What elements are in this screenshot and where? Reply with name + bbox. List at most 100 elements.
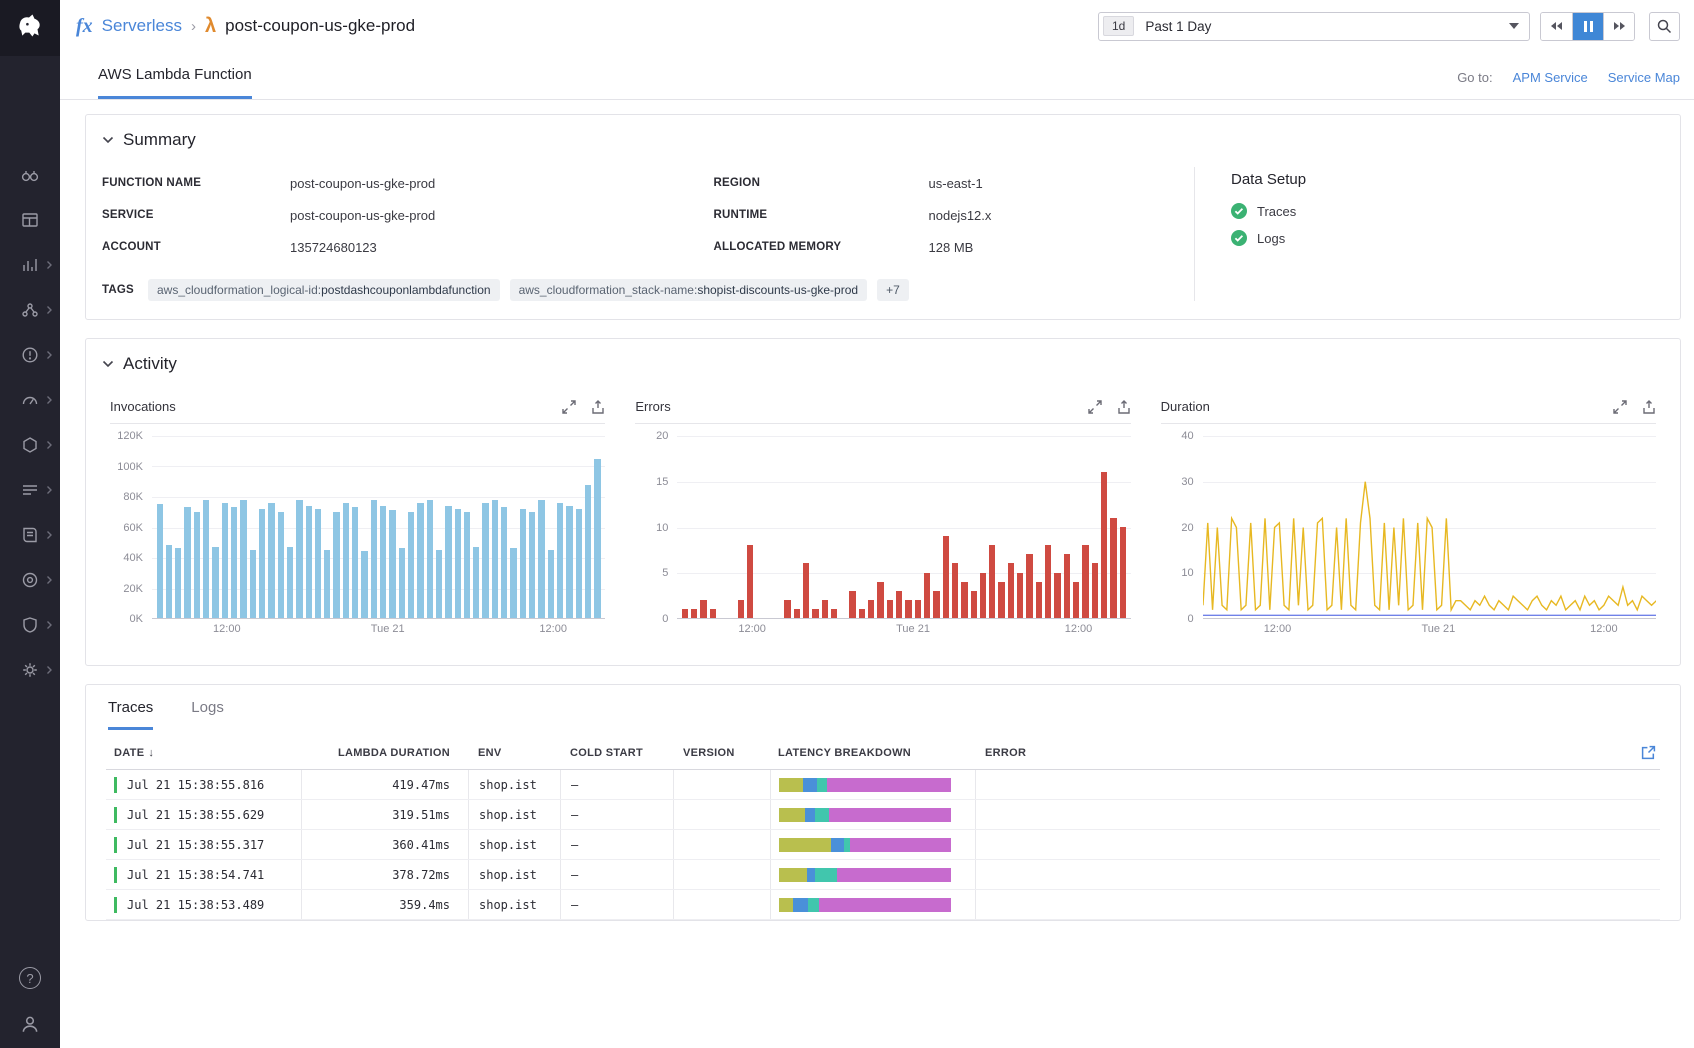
datadog-logo[interactable] <box>0 0 60 56</box>
trace-row[interactable]: Jul 21 15:38:55.629 319.51ms shop.ist — <box>106 800 1660 830</box>
sidebar-item-synthetics[interactable] <box>0 377 60 422</box>
tags-more-pill[interactable]: +7 <box>877 279 909 301</box>
column-lambda-duration[interactable]: LAMBDA DURATION <box>301 747 468 759</box>
tab-traces[interactable]: Traces <box>108 699 153 730</box>
forward-button[interactable] <box>1603 13 1634 40</box>
data-setup-item-label: Traces <box>1257 204 1296 219</box>
trace-cold-start: — <box>560 800 673 829</box>
goto-label: Go to: <box>1457 70 1492 85</box>
export-icon[interactable] <box>591 400 605 414</box>
account-value: 135724680123 <box>290 240 377 255</box>
sidebar: ? <box>0 0 60 1048</box>
data-setup-item-label: Logs <box>1257 231 1285 246</box>
expand-icon[interactable] <box>1613 400 1627 414</box>
chevron-right-icon <box>46 260 53 270</box>
column-date[interactable]: DATE <box>114 747 144 759</box>
sidebar-item-security[interactable] <box>0 602 60 647</box>
trace-date: Jul 21 15:38:55.816 <box>127 778 264 792</box>
synthetics-icon <box>20 390 40 410</box>
check-circle-icon <box>1231 230 1247 246</box>
trace-row[interactable]: Jul 21 15:38:55.317 360.41ms shop.ist — <box>106 830 1660 860</box>
trace-cold-start: — <box>560 770 673 799</box>
expand-icon[interactable] <box>1088 400 1102 414</box>
time-range-chip: 1d <box>1103 16 1134 36</box>
trace-cold-start: — <box>560 890 673 919</box>
chevron-right-icon <box>46 395 53 405</box>
external-link-icon[interactable] <box>1641 745 1656 760</box>
sidebar-item-logs[interactable] <box>0 512 60 557</box>
sidebar-item-processes[interactable] <box>0 467 60 512</box>
sidebar-item-error-tracking[interactable] <box>0 332 60 377</box>
trace-duration: 360.41ms <box>301 830 468 859</box>
trace-date: Jul 21 15:38:53.489 <box>127 898 264 912</box>
sidebar-nav <box>0 152 60 692</box>
export-icon[interactable] <box>1117 400 1131 414</box>
x-axis: 12:00Tue 2112:00 <box>1203 623 1656 643</box>
trace-duration: 319.51ms <box>301 800 468 829</box>
rewind-button[interactable] <box>1541 13 1572 40</box>
trace-env: shop.ist <box>468 860 560 889</box>
sort-desc-icon[interactable]: ↓ <box>148 747 154 759</box>
zoom-button[interactable] <box>1649 12 1680 41</box>
trace-row[interactable]: Jul 21 15:38:53.489 359.4ms shop.ist — <box>106 890 1660 920</box>
y-axis: 20151050 <box>635 436 677 619</box>
column-latency-breakdown[interactable]: LATENCY BREAKDOWN <box>770 747 975 759</box>
summary-body: FUNCTION NAMEpost-coupon-us-gke-prod REG… <box>86 163 1680 319</box>
trace-date: Jul 21 15:38:55.629 <box>127 808 264 822</box>
datadog-dog-icon <box>14 12 46 44</box>
goto-apm-service-link[interactable]: APM Service <box>1513 70 1588 85</box>
column-error[interactable]: ERROR <box>975 747 1641 759</box>
activity-title: Activity <box>123 354 177 374</box>
time-range-label: Past 1 Day <box>1145 19 1211 34</box>
tab-logs[interactable]: Logs <box>191 699 224 730</box>
sidebar-bottom: ? <box>0 960 60 1042</box>
activity-collapse-header[interactable]: Activity <box>86 339 1680 387</box>
page-content: Summary FUNCTION NAMEpost-coupon-us-gke-… <box>60 100 1694 1048</box>
sidebar-item-help[interactable]: ? <box>0 960 60 996</box>
service-value: post-coupon-us-gke-prod <box>290 208 435 223</box>
sidebar-item-watchdog[interactable] <box>0 152 60 197</box>
trace-cold-start: — <box>560 860 673 889</box>
time-range-select[interactable]: 1d Past 1 Day <box>1098 12 1530 41</box>
summary-card: Summary FUNCTION NAMEpost-coupon-us-gke-… <box>85 114 1681 320</box>
sidebar-item-apm[interactable] <box>0 287 60 332</box>
sidebar-item-dashboards[interactable] <box>0 197 60 242</box>
chart-plot[interactable] <box>152 436 605 619</box>
sidebar-item-infrastructure[interactable] <box>0 422 60 467</box>
chevron-right-icon <box>46 485 53 495</box>
column-version[interactable]: VERSION <box>673 747 770 759</box>
sidebar-item-settings[interactable] <box>0 647 60 692</box>
trace-version <box>673 860 770 889</box>
pause-button[interactable] <box>1572 13 1603 40</box>
sidebar-item-metrics[interactable] <box>0 242 60 287</box>
sidebar-item-containers[interactable] <box>0 557 60 602</box>
chart-plot[interactable] <box>677 436 1130 619</box>
column-env[interactable]: ENV <box>468 747 560 759</box>
trace-cold-start: — <box>560 830 673 859</box>
chart-title: Errors <box>635 399 670 414</box>
goto-service-map-link[interactable]: Service Map <box>1608 70 1680 85</box>
app: ? fx Serverless › λ post-coupon-us-gke-p… <box>0 0 1694 1048</box>
tag-pill[interactable]: aws_cloudformation_logical-id:postdashco… <box>148 279 500 301</box>
sidebar-item-user-management[interactable] <box>0 1006 60 1042</box>
trace-status-indicator <box>114 837 117 853</box>
tag-pill[interactable]: aws_cloudformation_stack-name:shopist-di… <box>510 279 868 301</box>
breadcrumb-serverless-link[interactable]: Serverless <box>102 16 182 36</box>
dashboards-icon <box>20 210 40 230</box>
tags-label: TAGS <box>102 284 138 296</box>
trace-date: Jul 21 15:38:54.741 <box>127 868 264 882</box>
chart-plot[interactable] <box>1203 436 1656 619</box>
summary-collapse-header[interactable]: Summary <box>86 115 1680 163</box>
chevron-right-icon <box>46 305 53 315</box>
export-icon[interactable] <box>1642 400 1656 414</box>
metrics-icon <box>20 255 40 275</box>
users-icon <box>19 1013 41 1035</box>
invocations-chart: Invocations 120K100K80K60K40K20K0K 12:00… <box>110 395 605 643</box>
column-cold-start[interactable]: COLD START <box>560 747 673 759</box>
tab-aws-lambda-function[interactable]: AWS Lambda Function <box>98 66 252 99</box>
trace-row[interactable]: Jul 21 15:38:55.816 419.47ms shop.ist — <box>106 770 1660 800</box>
trace-row[interactable]: Jul 21 15:38:54.741 378.72ms shop.ist — <box>106 860 1660 890</box>
chevron-down-icon <box>102 360 114 368</box>
expand-icon[interactable] <box>562 400 576 414</box>
trace-version <box>673 770 770 799</box>
